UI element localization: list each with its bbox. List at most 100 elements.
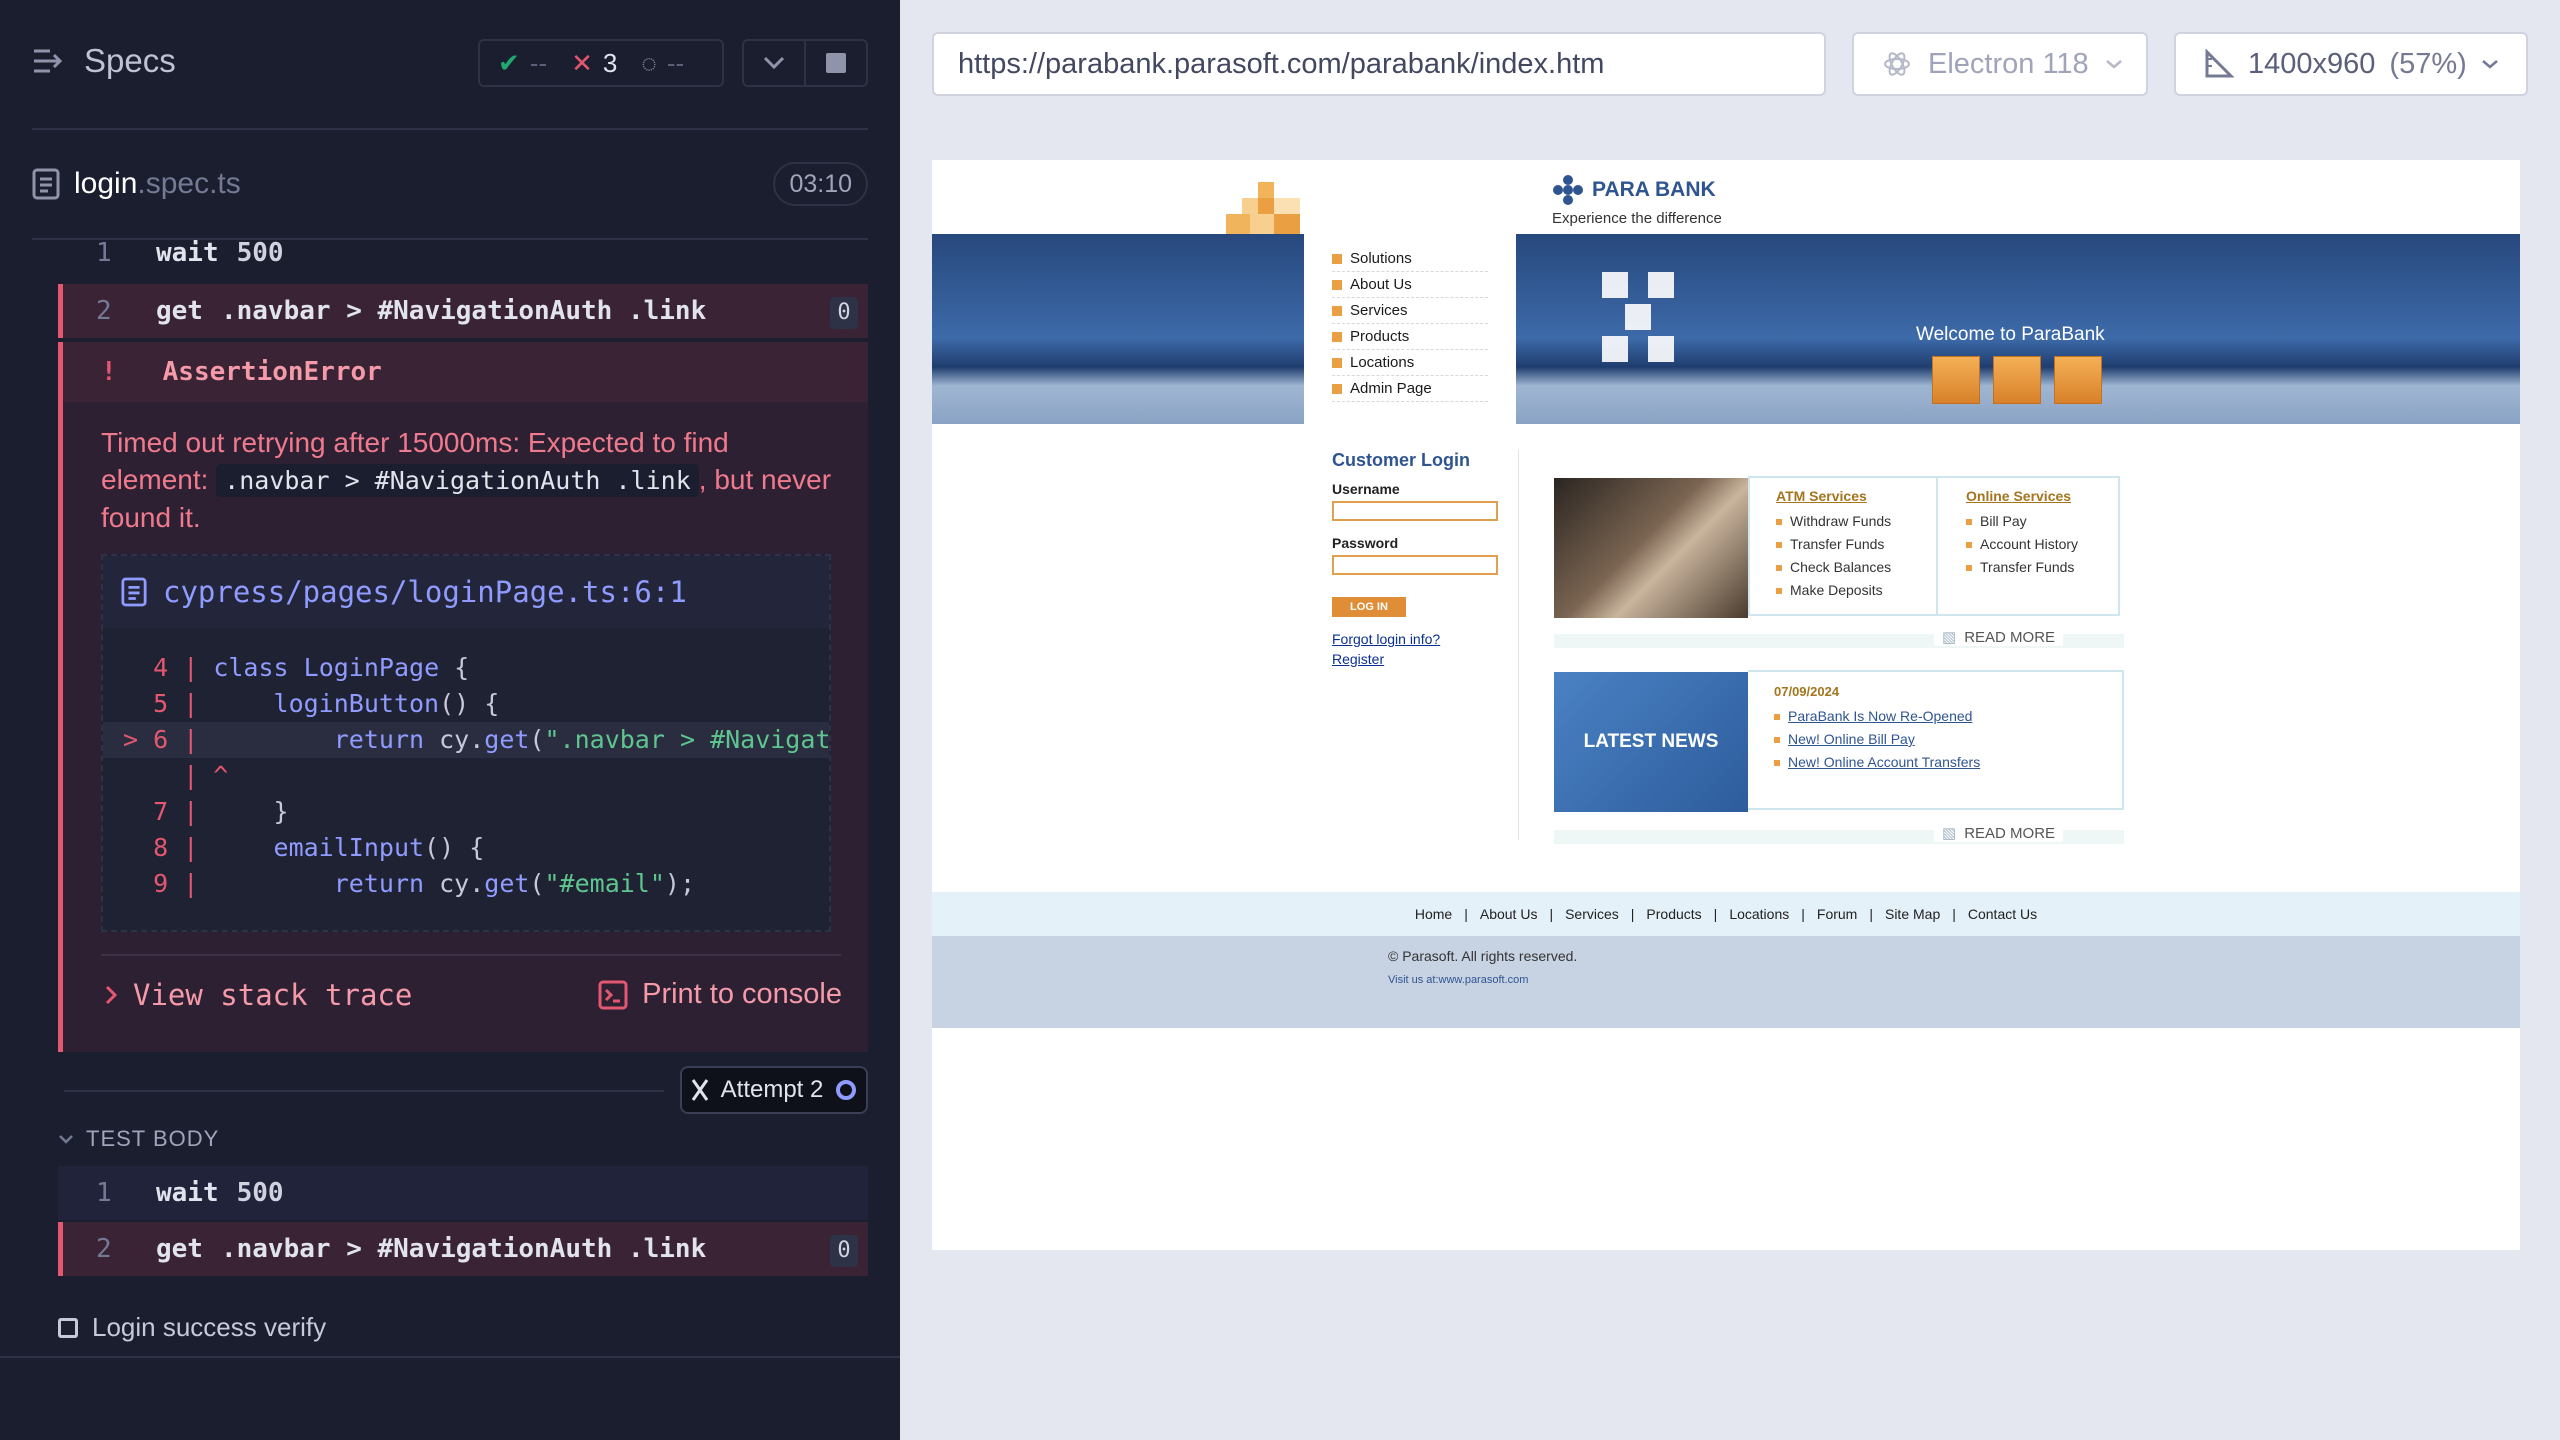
command-name: wait <box>156 1178 219 1208</box>
login-button[interactable]: LOG IN <box>1332 597 1406 617</box>
test-body-toggle[interactable]: TEST BODY <box>58 1126 219 1152</box>
footer-link[interactable]: Products <box>1646 906 1701 922</box>
menu-item[interactable]: Locations <box>1332 350 1488 376</box>
browser-name: Electron 118 <box>1928 47 2089 80</box>
attempt-label: Attempt 2 <box>720 1076 824 1103</box>
menu-item[interactable]: Solutions <box>1332 246 1488 272</box>
passed-icon: ✔ <box>498 47 520 78</box>
url-bar[interactable]: https://parabank.parasoft.com/parabank/i… <box>932 32 1826 96</box>
home-icon[interactable] <box>1932 356 1980 404</box>
command-row[interactable]: 1 wait 500 <box>58 1166 868 1220</box>
chevron-right-icon <box>105 985 117 1005</box>
command-name: get <box>156 296 203 326</box>
service-item[interactable]: Transfer Funds <box>1776 533 1936 556</box>
login-title: Customer Login <box>1332 450 1470 470</box>
footer-link[interactable]: Forum <box>1817 906 1857 922</box>
read-more-news[interactable]: ▧ READ MORE <box>1934 824 2064 842</box>
spec-file-header: login .spec.ts 03:10 <box>32 162 868 206</box>
left-menu: Solutions About Us Services Products Loc… <box>1304 234 1516 424</box>
failed-icon: ✕ <box>571 47 593 78</box>
error-selector: .navbar > #NavigationAuth .link <box>216 464 699 497</box>
command-number: 1 <box>96 238 112 268</box>
contact-icon[interactable] <box>2054 356 2102 404</box>
expand-dropdown-button[interactable] <box>744 41 806 85</box>
footer-link[interactable]: Locations <box>1729 906 1789 922</box>
header-banner <box>932 234 2520 424</box>
error-mark: ! <box>101 357 117 387</box>
menu-item[interactable]: Services <box>1332 298 1488 324</box>
service-item[interactable]: Check Balances <box>1776 556 1936 579</box>
news-item[interactable]: New! Online Account Transfers <box>1774 751 2122 774</box>
command-arg: .navbar > #NavigationAuth .link <box>220 296 707 326</box>
service-item[interactable]: Withdraw Funds <box>1776 510 1936 533</box>
menu-item[interactable]: Products <box>1332 324 1488 350</box>
browser-selector[interactable]: Electron 118 <box>1852 32 2148 96</box>
attempt-divider <box>64 1090 664 1092</box>
test-title: Login success verify <box>92 1312 327 1342</box>
error-header: ! AssertionError <box>63 342 868 402</box>
copyright: © Parasoft. All rights reserved. <box>1388 948 1578 964</box>
menu-item[interactable]: About Us <box>1332 272 1488 298</box>
online-services-title[interactable]: Online Services <box>1966 488 2118 504</box>
visit-link[interactable]: Visit us at:www.parasoft.com <box>1388 974 1528 986</box>
footer-bottom: © Parasoft. All rights reserved. Visit u… <box>932 936 2520 1028</box>
stop-button[interactable] <box>806 41 866 85</box>
news-item[interactable]: New! Online Bill Pay <box>1774 728 2122 751</box>
news-date: 07/09/2024 <box>1774 684 1840 699</box>
footer-link[interactable]: Site Map <box>1885 906 1940 922</box>
print-to-console-button[interactable]: Print to console <box>598 978 842 1011</box>
online-services: Online Services Bill Pay Account History… <box>1936 476 2120 616</box>
service-item[interactable]: Bill Pay <box>1966 510 2118 533</box>
code-frame-file-link[interactable]: cypress/pages/loginPage.ts:6:1 <box>103 556 829 628</box>
command-arg: 500 <box>236 1178 284 1208</box>
chevron-down-icon <box>2481 60 2498 69</box>
element-count-badge: 0 <box>830 297 858 329</box>
specs-toggle[interactable]: Specs <box>32 42 176 80</box>
parabank-logo[interactable]: PARA BANK <box>1552 174 1716 206</box>
username-label: Username <box>1332 481 1400 497</box>
viewport-info[interactable]: 1400x960 (57%) <box>2174 32 2528 96</box>
service-item[interactable]: Account History <box>1966 533 2118 556</box>
terminal-icon <box>598 980 628 1009</box>
chevron-down-icon <box>763 56 785 70</box>
test-status-icon <box>58 1317 78 1338</box>
spec-duration: 03:10 <box>773 162 868 206</box>
pending-count: -- <box>666 47 685 78</box>
command-row[interactable]: 1 wait 500 <box>58 226 868 280</box>
forgot-login-link[interactable]: Forgot login info? <box>1332 631 1512 647</box>
command-row-failed[interactable]: 2 get .navbar > #NavigationAuth .link 0 <box>58 1222 868 1276</box>
username-input[interactable] <box>1332 501 1498 521</box>
news-item[interactable]: ParaBank Is Now Re-Opened <box>1774 705 2122 728</box>
register-link[interactable]: Register <box>1332 651 1512 667</box>
footer-links: Home | About Us | Services | Products | Loca… <box>932 892 2520 936</box>
code-frame: cypress/pages/loginPage.ts:6:1 4 | class… <box>101 554 831 932</box>
error-panel: ! AssertionError Timed out retrying afte… <box>58 342 868 1052</box>
electron-icon <box>1884 52 1910 76</box>
about-icon[interactable] <box>1993 356 2041 404</box>
service-item[interactable]: Transfer Funds <box>1966 556 2118 579</box>
attempt-badge[interactable]: Attempt 2 <box>680 1066 868 1114</box>
print-to-console-label: Print to console <box>642 978 842 1010</box>
header-controls <box>742 39 868 87</box>
menu-item[interactable]: Admin Page <box>1332 376 1488 402</box>
viewport-zoom: (57%) <box>2389 47 2467 80</box>
view-stack-trace-button[interactable]: View stack trace <box>105 978 412 1012</box>
divider <box>101 954 841 956</box>
footer-link[interactable]: Home <box>1415 906 1452 922</box>
password-input[interactable] <box>1332 555 1498 575</box>
stop-icon <box>826 53 846 73</box>
test-item[interactable]: Login success verify <box>58 1312 326 1343</box>
command-row-failed[interactable]: 2 get .navbar > #NavigationAuth .link 0 <box>58 284 868 338</box>
service-item[interactable]: Make Deposits <box>1776 579 1936 602</box>
footer-link[interactable]: Contact Us <box>1968 906 2037 922</box>
atm-services-title[interactable]: ATM Services <box>1776 488 1936 504</box>
viewport-size: 1400x960 <box>2248 47 2376 80</box>
read-more-services[interactable]: ▧ READ MORE <box>1934 628 2064 646</box>
spinner-icon <box>836 1080 857 1100</box>
command-number: 2 <box>96 296 112 326</box>
footer-link[interactable]: Services <box>1565 906 1619 922</box>
command-log-panel: Specs ✔ -- ✕ 3 ◌ -- login .spec.ts 03:10 1 w… <box>0 0 900 1440</box>
command-number: 2 <box>96 1234 112 1264</box>
slogan: Experience the difference <box>1552 210 1722 227</box>
footer-link[interactable]: About Us <box>1480 906 1538 922</box>
